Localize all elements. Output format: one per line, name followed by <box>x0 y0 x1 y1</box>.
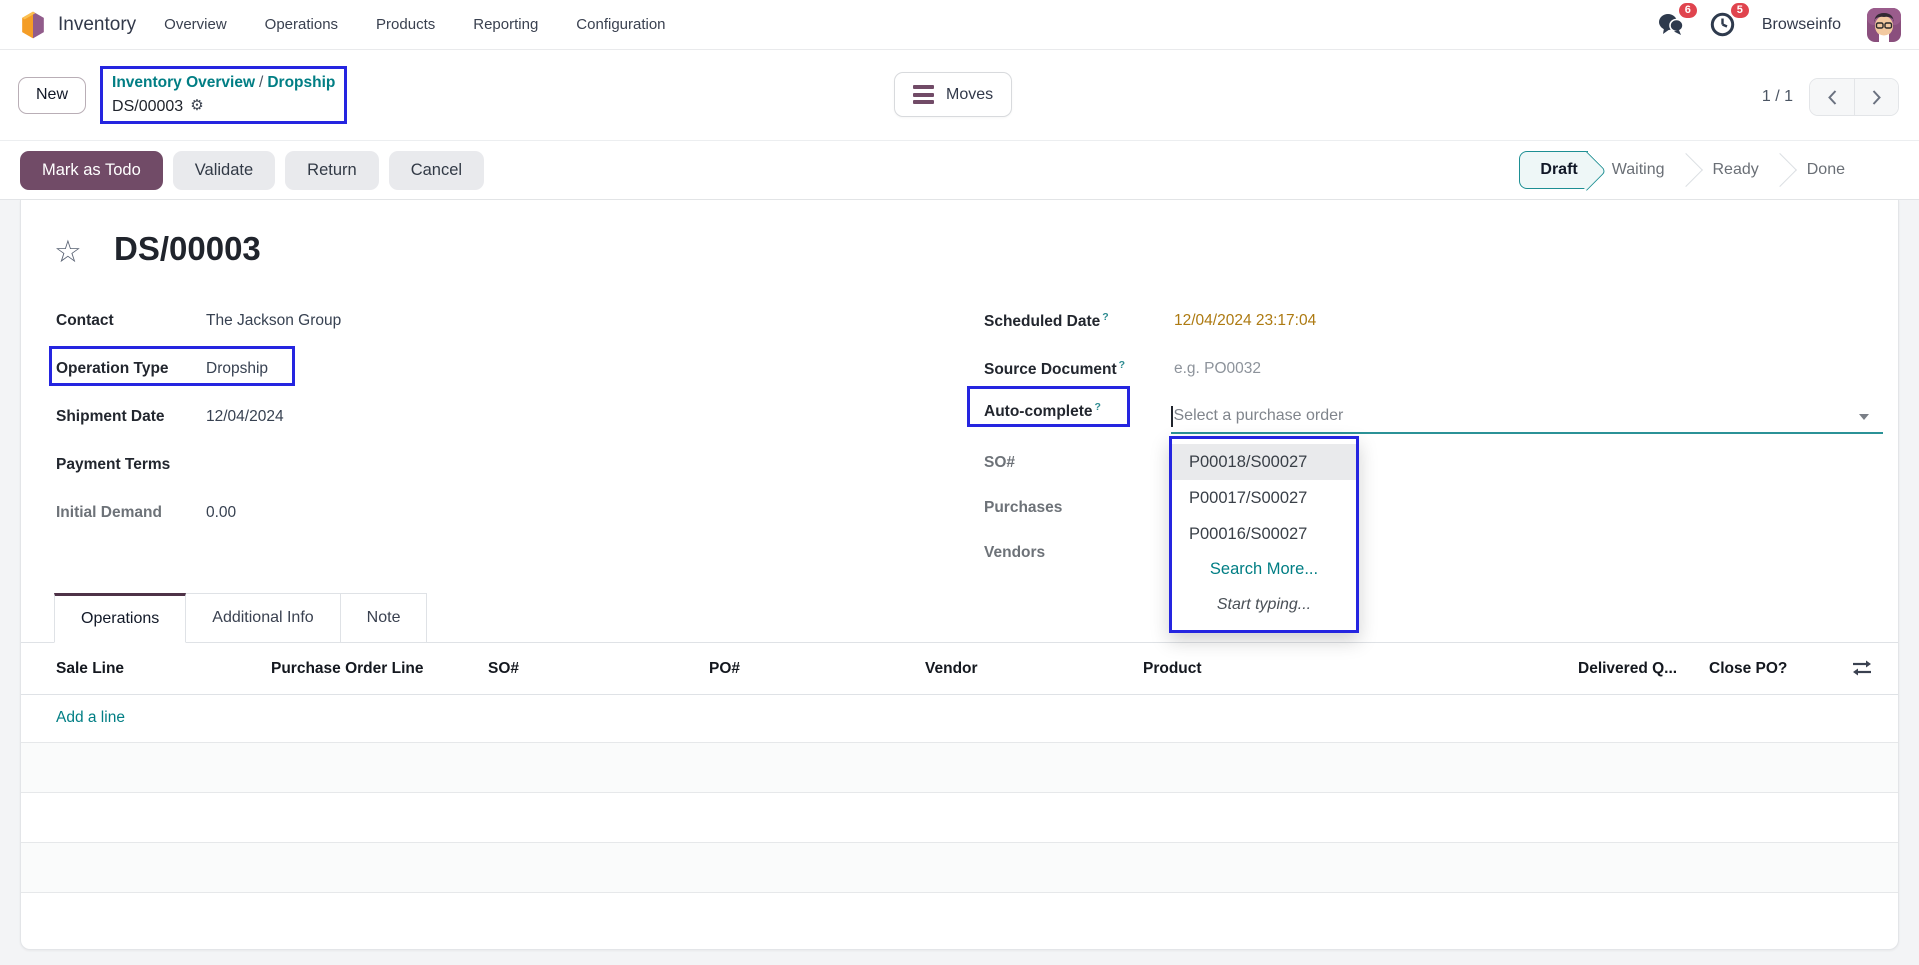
new-button[interactable]: New <box>18 77 86 114</box>
app-screen: Inventory Overview Operations Products R… <box>0 0 1919 965</box>
app-switcher[interactable]: Inventory <box>18 10 136 40</box>
messages-button[interactable]: 6 <box>1658 12 1684 38</box>
breadcrumb-link-dropship[interactable]: Dropship <box>267 74 335 91</box>
column-header-sale-line: Sale Line <box>56 643 124 695</box>
menu-item-configuration[interactable]: Configuration <box>576 16 665 33</box>
breadcrumb: Inventory Overview/Dropship DS/00003 ⚙ <box>100 66 347 124</box>
tab-operations[interactable]: Operations <box>54 593 186 643</box>
field-label-payment-terms: Payment Terms <box>56 456 170 474</box>
pager: 1 / 1 <box>1762 78 1899 116</box>
menu-item-reporting[interactable]: Reporting <box>473 16 538 33</box>
pager-previous-button[interactable] <box>1810 79 1854 115</box>
avatar-image <box>1867 8 1901 42</box>
menu-item-overview[interactable]: Overview <box>164 16 227 33</box>
help-icon: ? <box>1102 311 1108 323</box>
notebook-tabs: Operations Additional Info Note <box>21 593 1898 643</box>
pager-next-button[interactable] <box>1854 79 1898 115</box>
clock-icon <box>1710 12 1735 37</box>
dropdown-start-typing-hint: Start typing... <box>1172 587 1356 622</box>
app-name: Inventory <box>58 14 136 36</box>
breadcrumb-current: DS/00003 <box>112 95 183 118</box>
cancel-button[interactable]: Cancel <box>389 151 484 190</box>
field-label-contact: Contact <box>56 312 114 330</box>
empty-row <box>21 793 1898 843</box>
top-navbar: Inventory Overview Operations Products R… <box>0 0 1919 50</box>
dropdown-search-more[interactable]: Search More... <box>1172 552 1356 587</box>
auto-complete-placeholder: Select a purchase order <box>1174 407 1344 425</box>
field-label-source-document: Source Document? <box>984 359 1125 379</box>
add-a-line-link[interactable]: Add a line <box>56 709 125 727</box>
field-label-shipment-date: Shipment Date <box>56 408 165 426</box>
activities-badge: 5 <box>1731 3 1749 18</box>
main-menu: Overview Operations Products Reporting C… <box>164 16 665 33</box>
source-document-input[interactable]: e.g. PO0032 <box>1174 360 1261 378</box>
gear-icon[interactable]: ⚙ <box>190 95 203 117</box>
return-button[interactable]: Return <box>285 151 379 190</box>
chevron-right-icon <box>1871 89 1882 106</box>
breadcrumb-link-inventory-overview[interactable]: Inventory Overview <box>112 74 255 91</box>
field-label-scheduled-date: Scheduled Date? <box>984 311 1109 331</box>
moves-button[interactable]: Moves <box>894 72 1012 117</box>
column-header-close-po: Close PO? <box>1709 643 1787 695</box>
field-label-auto-complete: Auto-complete? <box>984 401 1101 421</box>
column-header-po: PO# <box>709 643 740 695</box>
menu-item-operations[interactable]: Operations <box>265 16 338 33</box>
auto-complete-dropdown: P00018/S00027 P00017/S00027 P00016/S0002… <box>1169 436 1359 633</box>
validate-button[interactable]: Validate <box>173 151 275 190</box>
state-draft[interactable]: Draft <box>1519 151 1587 189</box>
field-value-shipment-date[interactable]: 12/04/2024 <box>206 408 284 426</box>
column-header-purchase-order-line: Purchase Order Line <box>271 643 423 695</box>
menu-item-products[interactable]: Products <box>376 16 435 33</box>
help-icon: ? <box>1095 401 1101 413</box>
optional-columns-button[interactable] <box>1852 659 1872 681</box>
dropdown-option[interactable]: P00018/S00027 <box>1172 444 1356 480</box>
column-header-product: Product <box>1143 643 1202 695</box>
hamburger-icon <box>913 82 934 108</box>
field-label-so-number: SO# <box>984 454 1015 472</box>
field-value-scheduled-date[interactable]: 12/04/2024 23:17:04 <box>1174 312 1316 330</box>
add-line-row: Add a line <box>21 695 1898 743</box>
column-header-vendor: Vendor <box>925 643 978 695</box>
user-avatar[interactable] <box>1867 8 1901 42</box>
text-cursor <box>1171 406 1173 427</box>
breadcrumb-separator: / <box>255 74 267 91</box>
help-icon: ? <box>1119 359 1125 371</box>
field-label-operation-type: Operation Type <box>56 360 169 378</box>
column-header-delivered-qty: Delivered Q... <box>1578 643 1677 695</box>
document-title: DS/00003 <box>114 230 261 268</box>
column-header-so: SO# <box>488 643 519 695</box>
pager-value[interactable]: 1 / 1 <box>1762 88 1793 106</box>
favorite-star-icon[interactable]: ☆ <box>54 236 82 267</box>
lines-table-header: Sale Line Purchase Order Line SO# PO# Ve… <box>21 643 1898 695</box>
field-value-operation-type[interactable]: Dropship <box>206 360 268 378</box>
form-sheet: ☆ DS/00003 Contact The Jackson Group Ope… <box>20 200 1899 950</box>
activities-button[interactable]: 5 <box>1710 12 1736 38</box>
messages-badge: 6 <box>1679 3 1697 18</box>
field-label-vendors: Vendors <box>984 544 1045 562</box>
inventory-logo-icon <box>18 10 48 40</box>
tab-additional-info[interactable]: Additional Info <box>186 593 340 643</box>
navbar-right: 6 5 Browseinfo <box>1658 8 1901 42</box>
chevron-down-icon[interactable] <box>1859 414 1869 420</box>
user-name[interactable]: Browseinfo <box>1762 16 1841 34</box>
chevron-left-icon <box>1827 89 1838 106</box>
field-label-purchases: Purchases <box>984 499 1062 517</box>
form-statusbar: Mark as Todo Validate Return Cancel Draf… <box>0 140 1919 200</box>
dropdown-option[interactable]: P00016/S00027 <box>1172 516 1356 552</box>
status-pipeline: Draft Waiting Ready Done <box>1519 151 1869 189</box>
field-label-initial-demand: Initial Demand <box>56 504 162 522</box>
auto-complete-input[interactable]: Select a purchase order <box>1171 400 1883 434</box>
control-panel: New Inventory Overview/Dropship DS/00003… <box>0 50 1919 140</box>
dropdown-option[interactable]: P00017/S00027 <box>1172 480 1356 516</box>
mark-as-todo-button[interactable]: Mark as Todo <box>20 151 163 190</box>
moves-label: Moves <box>946 86 993 104</box>
columns-adjust-icon <box>1852 659 1872 677</box>
field-value-initial-demand: 0.00 <box>206 504 236 522</box>
field-value-contact[interactable]: The Jackson Group <box>206 312 341 330</box>
tab-note[interactable]: Note <box>341 593 428 643</box>
empty-row <box>21 843 1898 893</box>
empty-row <box>21 743 1898 793</box>
